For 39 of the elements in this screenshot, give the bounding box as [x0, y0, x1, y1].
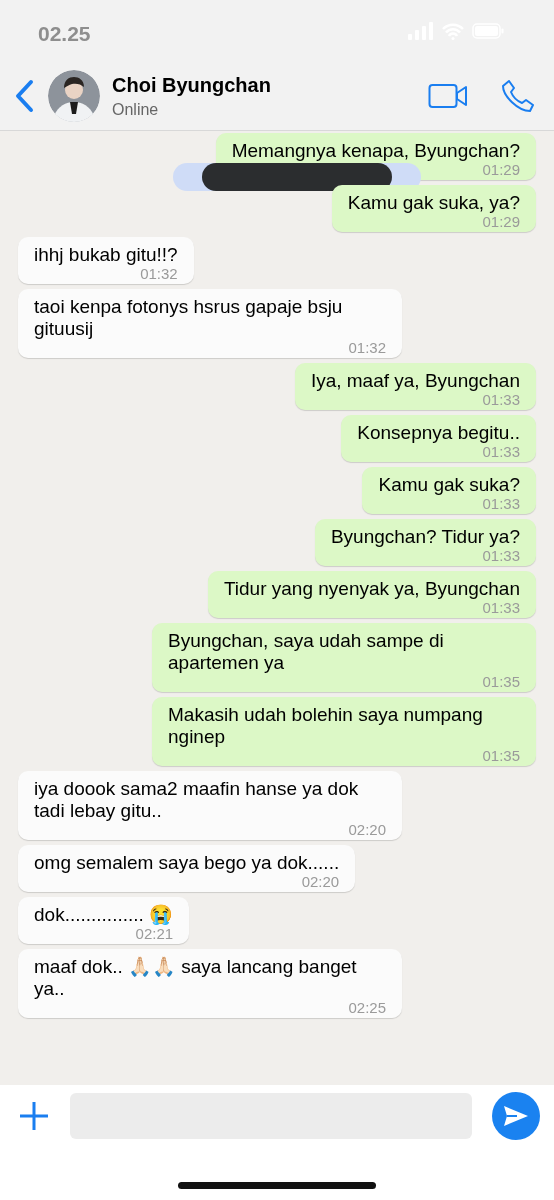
- message-text: Kamu gak suka, ya?: [347, 192, 520, 214]
- phone-icon[interactable]: [500, 78, 536, 114]
- message-text: iya doook sama2 maafin hanse ya dok tadi lebay gitu..: [34, 778, 360, 822]
- message-text: Tidur yang nyenyak ya, Byungchan: [223, 578, 520, 600]
- message-text: Kamu gak suka?: [378, 474, 520, 496]
- message-time: 01:33: [482, 392, 520, 408]
- message-text: ihhj bukab gitu!!?: [34, 244, 178, 266]
- message-text: maaf dok.. 🙏🏻🙏🏻 saya lancang banget ya..: [34, 956, 358, 1000]
- contact-status: Online: [112, 100, 160, 119]
- message-time: 01:32: [348, 340, 386, 356]
- message-time: 01:32: [140, 266, 178, 282]
- message-text: Makasih udah bolehin saya numpang nginep: [168, 704, 484, 748]
- message-text: taoi kenpa fotonys hsrus gapaje bsju gituusij: [34, 296, 344, 340]
- video-call-icon[interactable]: [428, 82, 468, 110]
- message-text: omg semalem saya bego ya dok......: [34, 852, 340, 874]
- avatar[interactable]: [48, 70, 100, 122]
- message-time: 02:20: [348, 822, 386, 838]
- message-time: 01:35: [482, 748, 520, 764]
- message-text: Memangnya kenapa, Byungchan?: [231, 140, 520, 162]
- message-text: dok............... 😭: [34, 904, 174, 926]
- message-time: 01:29: [482, 162, 520, 178]
- send-icon: [502, 1104, 530, 1128]
- message-time: 01:33: [482, 600, 520, 616]
- message-time: 01:35: [482, 674, 520, 690]
- add-icon[interactable]: [18, 1100, 50, 1132]
- message-text: Byungchan? Tidur ya?: [330, 526, 520, 548]
- message-time: 02:21: [135, 926, 174, 942]
- message-text: Iya, maaf ya, Byungchan: [310, 370, 520, 392]
- contact-name: Choi Byungchan: [112, 73, 272, 97]
- message-time: 01:33: [482, 548, 520, 564]
- message-text: Byungchan, saya udah sampe di apartemen ya: [168, 630, 445, 674]
- clock-time: 02.25: [38, 21, 91, 46]
- message-time: 02:25: [348, 1000, 386, 1016]
- message-time: 01:29: [482, 214, 520, 230]
- send-button[interactable]: [492, 1092, 540, 1140]
- message-time: 02:20: [301, 874, 340, 890]
- message-time: 01:33: [482, 444, 520, 460]
- message-text: Konsepnya begitu..: [357, 422, 520, 444]
- message-time: 01:33: [482, 496, 520, 512]
